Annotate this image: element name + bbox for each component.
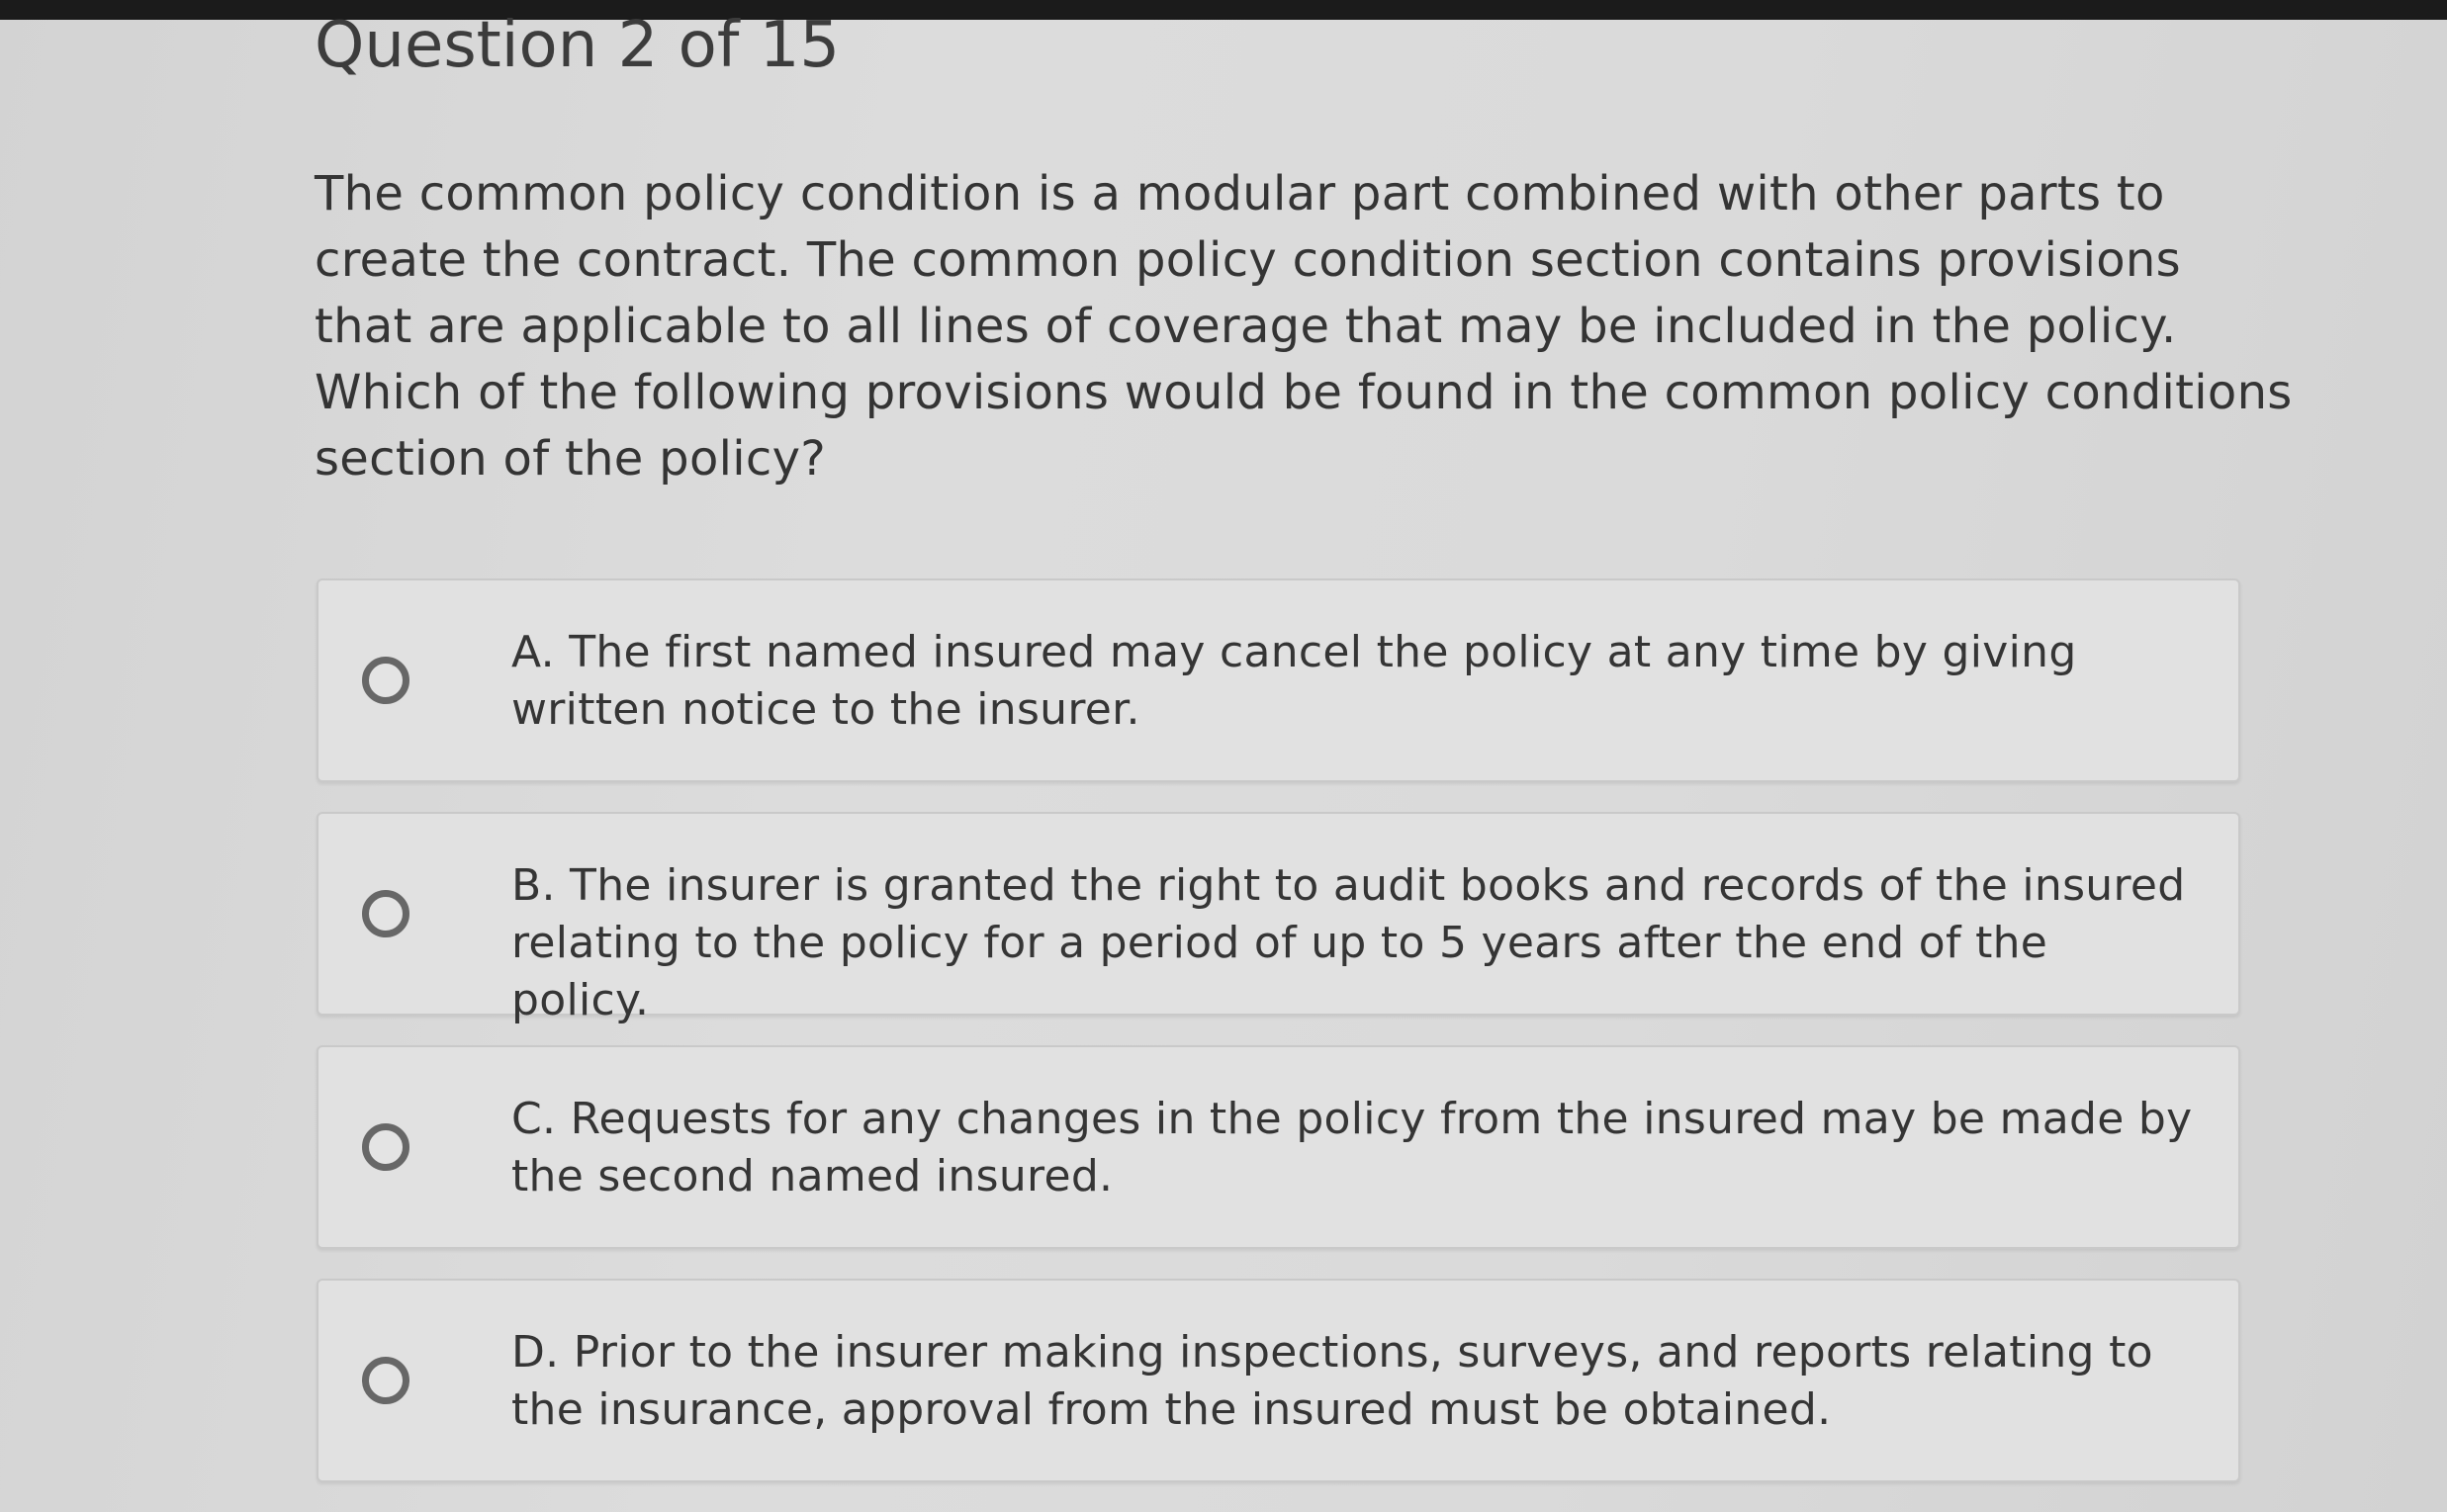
answer-option-a-text: A. The first named insured may cancel th… bbox=[511, 627, 2077, 735]
question-text: The common policy condition is a modular… bbox=[315, 166, 2293, 487]
radio-unchecked-icon[interactable] bbox=[362, 1357, 409, 1404]
answer-list: A. The first named insured may cancel th… bbox=[317, 578, 2240, 1512]
answer-option-d-text: D. Prior to the insurer making inspectio… bbox=[511, 1327, 2153, 1435]
answer-option-c[interactable]: C. Requests for any changes in the polic… bbox=[317, 1045, 2240, 1249]
answer-option-b[interactable]: B. The insurer is granted the right to a… bbox=[317, 812, 2240, 1025]
question-counter: Question 2 of 15 bbox=[315, 9, 841, 82]
answer-option-c-text: C. Requests for any changes in the polic… bbox=[511, 1094, 2193, 1201]
answer-option-a[interactable]: A. The first named insured may cancel th… bbox=[317, 578, 2240, 782]
answer-option-b-text: B. The insurer is granted the right to a… bbox=[511, 860, 2186, 1025]
radio-unchecked-icon[interactable] bbox=[362, 890, 409, 937]
radio-unchecked-icon[interactable] bbox=[362, 657, 409, 704]
answer-option-d[interactable]: D. Prior to the insurer making inspectio… bbox=[317, 1279, 2240, 1482]
radio-unchecked-icon[interactable] bbox=[362, 1123, 409, 1171]
